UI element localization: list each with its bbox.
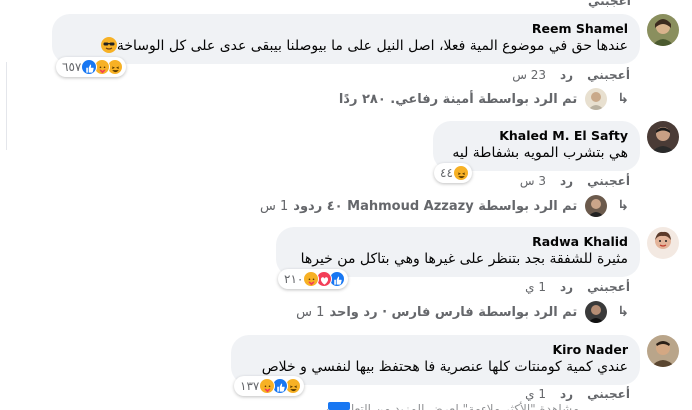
care-reaction-icon xyxy=(259,378,276,394)
reply-arrow-icon: ↳ xyxy=(617,198,629,214)
top-actions-partial: أعجبني xyxy=(588,0,631,8)
timestamp[interactable]: 3 س xyxy=(520,174,546,188)
comment-author[interactable]: Reem Shamel xyxy=(64,21,628,37)
replier-avatar xyxy=(585,301,608,323)
timestamp[interactable]: 23 س xyxy=(512,68,546,82)
reply-button[interactable]: رد xyxy=(560,174,573,188)
timestamp[interactable]: 1 ي xyxy=(525,387,546,401)
timestamp[interactable]: 1 ي xyxy=(525,280,546,294)
comment-actions: أعجبني رد 1 ي xyxy=(525,387,630,401)
like-reaction-icon xyxy=(81,59,98,75)
comment-actions: أعجبني رد 1 ي xyxy=(525,280,630,294)
reaction-summary[interactable]: ٦٥٧ xyxy=(56,57,127,77)
view-replies[interactable]: ↳ تم الرد بواسطة أمينة رفاعي. ٢٨٠ ردًا xyxy=(339,88,629,110)
haha-reaction-icon xyxy=(452,165,469,181)
sunglasses-emoji-icon xyxy=(100,37,117,53)
reaction-count: ٦٥٧ xyxy=(62,60,82,74)
reaction-summary[interactable]: ٢١٠ xyxy=(278,269,349,289)
avatar[interactable] xyxy=(647,227,679,259)
comment-author[interactable]: Kiro Nader xyxy=(243,342,628,358)
care-reaction-icon xyxy=(303,271,320,287)
like-button[interactable]: أعجبني xyxy=(588,0,631,8)
comment-author[interactable]: Khaled M. El Safty xyxy=(445,128,628,144)
highlight-chip xyxy=(328,402,350,410)
replies-label: تم الرد بواسطة أمينة رفاعي. ٢٨٠ ردًا xyxy=(338,91,578,107)
replier-avatar xyxy=(585,195,608,217)
comment-text: عندها حق في موضوع المية فعلا، اصل النيل … xyxy=(64,37,628,56)
like-button[interactable]: أعجبني xyxy=(587,280,630,294)
reaction-count: ٤٤ xyxy=(440,166,453,180)
like-button[interactable]: أعجبني xyxy=(587,387,630,401)
replies-time: 1 س xyxy=(296,304,325,320)
like-button[interactable]: أعجبني xyxy=(587,174,630,188)
thread-line xyxy=(6,62,7,150)
comment-text: عندي كمية كومنتات كلها عنصرية فا هحتفظ ب… xyxy=(261,359,628,375)
replies-label: تم الرد بواسطة فارس فارس · رد واحد xyxy=(329,304,578,320)
reply-button[interactable]: رد xyxy=(560,387,573,401)
reply-button[interactable]: رد xyxy=(560,280,573,294)
comment-text: هي بتشرب المويه بشفاطة ليه xyxy=(452,145,628,161)
like-button[interactable]: أعجبني xyxy=(587,68,630,82)
replies-label: تم الرد بواسطة Mahmoud Azzazy ٤٠ ردود xyxy=(293,198,578,214)
reaction-count: ١٣٧ xyxy=(240,379,260,393)
comment-actions: أعجبني رد 23 س xyxy=(512,68,630,82)
reply-button[interactable]: رد xyxy=(560,68,573,82)
comment-author[interactable]: Radwa Khalid xyxy=(288,234,628,250)
replies-time: 1 س xyxy=(260,198,289,214)
comment-text: مثيرة للشفقة بجد بتنظر على غيرها وهي بتا… xyxy=(300,251,628,267)
replier-avatar xyxy=(585,88,608,110)
reaction-summary[interactable]: ١٣٧ xyxy=(234,376,305,396)
comment-bubble: Reem Shamel عندها حق في موضوع المية فعلا… xyxy=(52,14,640,64)
reply-arrow-icon: ↳ xyxy=(617,304,629,320)
view-replies[interactable]: ↳ تم الرد بواسطة Mahmoud Azzazy ٤٠ ردود … xyxy=(260,195,629,217)
reaction-count: ٢١٠ xyxy=(284,272,304,286)
reaction-summary[interactable]: ٤٤ xyxy=(434,163,472,183)
avatar[interactable] xyxy=(647,335,679,367)
avatar[interactable] xyxy=(647,121,679,153)
comment-actions: أعجبني رد 3 س xyxy=(520,174,630,188)
avatar[interactable] xyxy=(647,14,679,46)
more-comments-link[interactable]: مشاهدة "الأكثر ملاءمة" لعرض المزيد من ال… xyxy=(326,402,579,410)
view-replies[interactable]: ↳ تم الرد بواسطة فارس فارس · رد واحد 1 س xyxy=(296,301,629,323)
reply-arrow-icon: ↳ xyxy=(617,91,629,107)
